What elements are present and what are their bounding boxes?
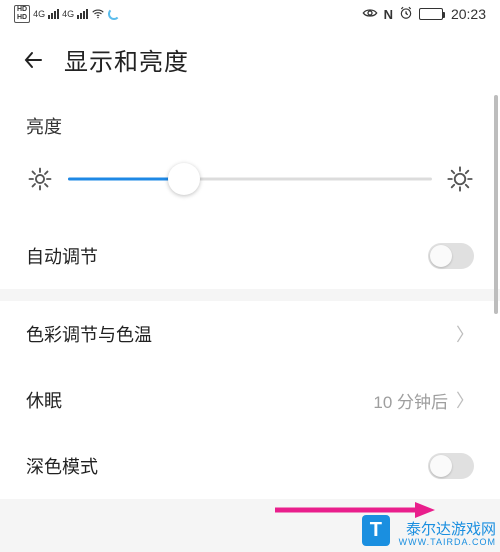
slider-fill	[68, 178, 184, 181]
watermark-url: WWW.TAIRDA.COM	[399, 538, 496, 548]
brightness-label: 亮度	[26, 113, 474, 139]
watermark-logo: T	[362, 515, 390, 546]
watermark-name: 泰尔达游戏网	[406, 521, 496, 538]
watermark-text: 泰尔达游戏网 WWW.TAIRDA.COM	[399, 522, 496, 548]
toggle-knob	[430, 245, 452, 267]
scrollbar-thumb[interactable]	[494, 95, 498, 314]
row-auto-adjust[interactable]: 自动调节	[0, 223, 500, 289]
arrow-left-icon	[21, 48, 45, 72]
status-right: N 20:23	[362, 6, 486, 23]
hd-badge: HDHD	[14, 5, 30, 23]
nfc-icon: N	[384, 7, 393, 22]
chevron-right-icon: 〉	[456, 387, 474, 413]
sleep-value: 10 分钟后	[373, 388, 448, 413]
back-button[interactable]	[20, 47, 46, 73]
status-bar: HDHD 4G 4G N 20:23	[0, 0, 500, 28]
toggle-knob	[430, 455, 452, 477]
auto-adjust-toggle[interactable]	[428, 243, 474, 269]
battery-icon	[419, 8, 443, 20]
auto-adjust-label: 自动调节	[26, 243, 98, 269]
row-dark-mode[interactable]: 深色模式	[0, 433, 500, 499]
page-title: 显示和亮度	[64, 42, 189, 77]
sun-dim-icon	[26, 165, 54, 193]
row-sleep[interactable]: 休眠 10 分钟后 〉	[0, 367, 500, 433]
signal-icon-1	[48, 9, 59, 19]
header: 显示和亮度	[0, 28, 500, 95]
sun-bright-icon	[446, 165, 474, 193]
alarm-icon	[399, 6, 413, 23]
signal-icon-2	[77, 9, 88, 19]
slider-thumb[interactable]	[168, 163, 200, 195]
net-label-1: 4G	[33, 9, 45, 19]
loading-spinner-icon	[108, 8, 120, 20]
eye-comfort-icon	[362, 7, 378, 22]
wifi-icon	[91, 7, 105, 21]
brightness-section: 亮度	[0, 95, 500, 223]
brightness-control	[26, 159, 474, 213]
sleep-label: 休眠	[26, 387, 62, 413]
chevron-right-icon: 〉	[456, 321, 474, 347]
display-options-group: 色彩调节与色温 〉 休眠 10 分钟后 〉 深色模式	[0, 301, 500, 499]
net-label-2: 4G	[62, 9, 74, 19]
dark-mode-toggle[interactable]	[428, 453, 474, 479]
clock-time: 20:23	[451, 6, 486, 22]
row-color-temp[interactable]: 色彩调节与色温 〉	[0, 301, 500, 367]
settings-scroll[interactable]: 亮度 自动调节	[0, 95, 500, 552]
dark-mode-label: 深色模式	[26, 453, 98, 479]
color-temp-label: 色彩调节与色温	[26, 321, 152, 347]
status-left: HDHD 4G 4G	[14, 5, 120, 23]
brightness-slider[interactable]	[68, 163, 432, 195]
